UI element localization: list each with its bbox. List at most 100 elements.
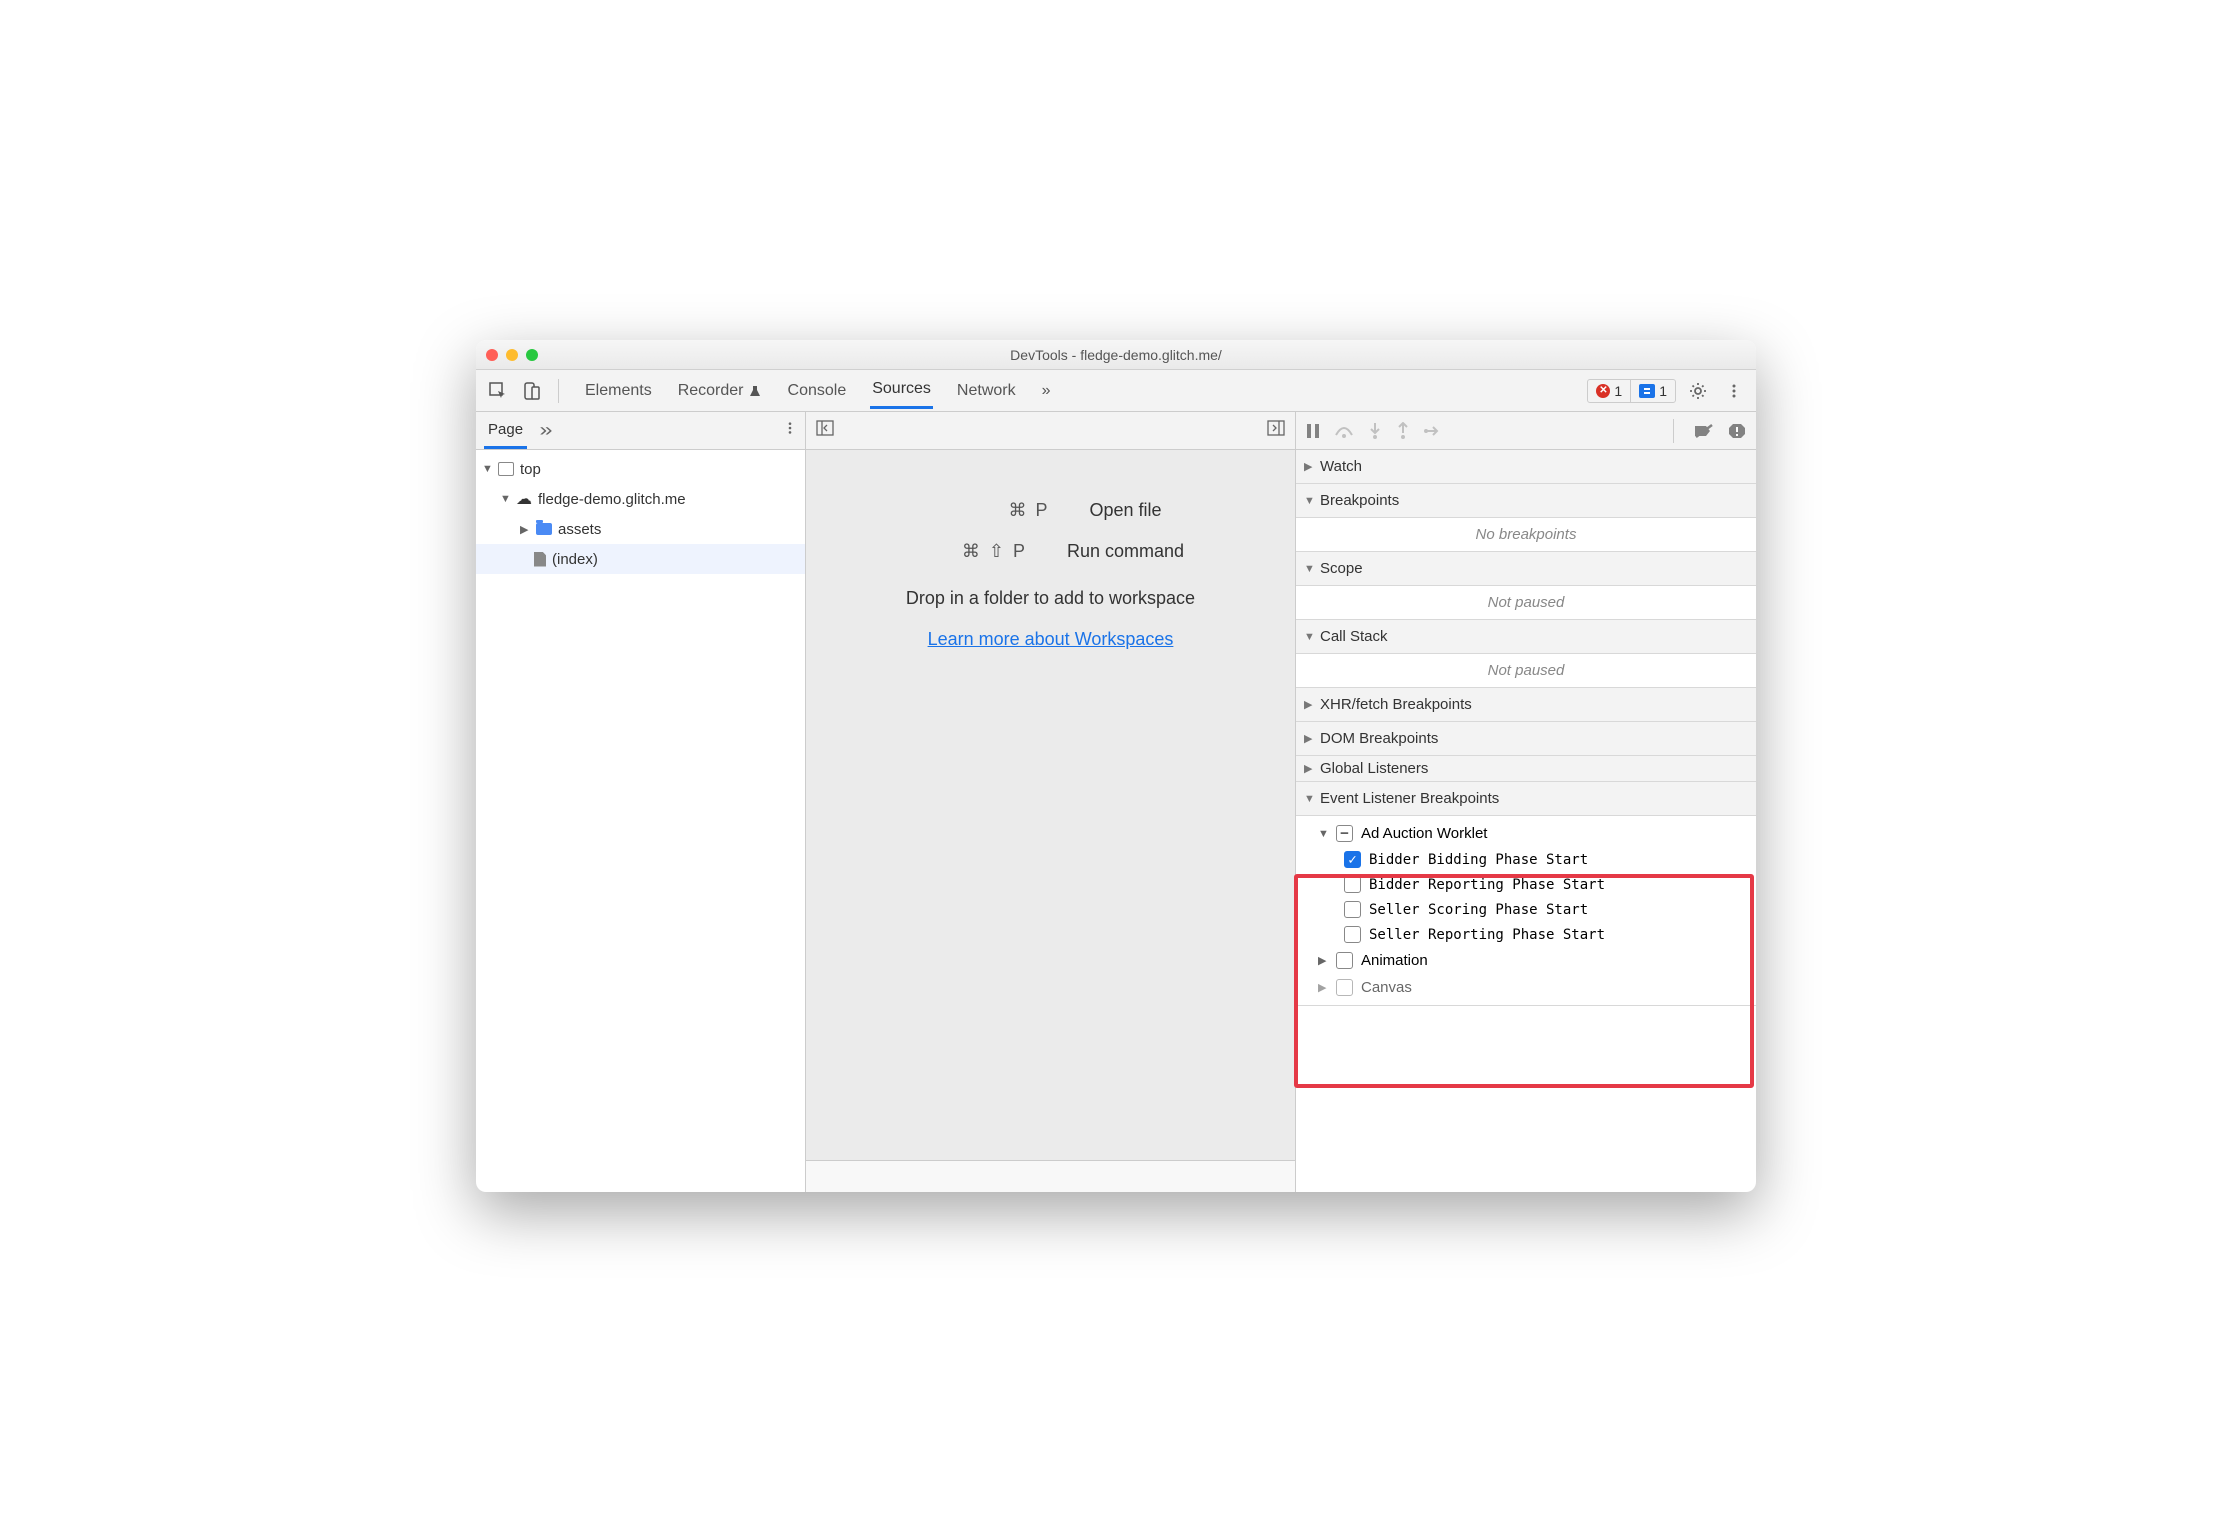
file-tree: top ☁ fledge-demo.glitch.me assets (inde… bbox=[476, 450, 805, 1192]
editor-pane: ⌘ P Open file ⌘ ⇧ P Run command Drop in … bbox=[806, 412, 1296, 1192]
section-callstack[interactable]: Call Stack bbox=[1296, 620, 1756, 654]
event-label: Seller Reporting Phase Start bbox=[1369, 927, 1605, 943]
error-badge[interactable]: ✕ 1 bbox=[1588, 380, 1630, 402]
message-badge[interactable]: 1 bbox=[1630, 380, 1675, 402]
toolbar-right: ✕ 1 1 bbox=[1587, 377, 1748, 405]
step-over-icon[interactable] bbox=[1334, 423, 1354, 439]
show-navigator-icon[interactable] bbox=[816, 420, 834, 441]
editor-tabs bbox=[806, 412, 1295, 450]
section-scope[interactable]: Scope bbox=[1296, 552, 1756, 586]
checkbox[interactable] bbox=[1344, 926, 1361, 943]
checkbox[interactable] bbox=[1336, 979, 1353, 996]
show-debugger-icon[interactable] bbox=[1267, 420, 1285, 441]
group-animation[interactable]: Animation bbox=[1296, 947, 1756, 974]
section-xhr[interactable]: XHR/fetch Breakpoints bbox=[1296, 688, 1756, 722]
cloud-icon: ☁ bbox=[516, 489, 532, 509]
tab-network[interactable]: Network bbox=[955, 374, 1018, 408]
step-into-icon[interactable] bbox=[1368, 422, 1382, 440]
deactivate-breakpoints-icon[interactable] bbox=[1694, 423, 1714, 439]
section-event-listener[interactable]: Event Listener Breakpoints bbox=[1296, 782, 1756, 816]
status-badges[interactable]: ✕ 1 1 bbox=[1587, 379, 1676, 403]
tree-file-label: (index) bbox=[552, 551, 598, 568]
open-file-keys: ⌘ P bbox=[939, 500, 1049, 521]
debugger-pane: Watch Breakpoints No breakpoints Scope N… bbox=[1296, 412, 1756, 1192]
workspace-link[interactable]: Learn more about Workspaces bbox=[928, 629, 1174, 650]
group-canvas[interactable]: Canvas bbox=[1296, 974, 1756, 1001]
open-file-label: Open file bbox=[1089, 500, 1161, 521]
checkbox[interactable] bbox=[1344, 901, 1361, 918]
panel-tabs: Elements Recorder Console Sources Networ… bbox=[583, 372, 1581, 409]
event-listener-body: − Ad Auction Worklet ✓ Bidder Bidding Ph… bbox=[1296, 816, 1756, 1006]
tree-domain[interactable]: ☁ fledge-demo.glitch.me bbox=[476, 484, 805, 514]
tab-more[interactable]: » bbox=[1040, 374, 1053, 408]
settings-icon[interactable] bbox=[1684, 377, 1712, 405]
checkbox[interactable] bbox=[1344, 876, 1361, 893]
error-count: 1 bbox=[1614, 383, 1622, 399]
page-kebab-icon[interactable] bbox=[783, 421, 797, 440]
inspect-icon[interactable] bbox=[484, 377, 512, 405]
error-icon: ✕ bbox=[1596, 384, 1610, 398]
scope-empty: Not paused bbox=[1296, 586, 1756, 619]
step-out-icon[interactable] bbox=[1396, 422, 1410, 440]
window-title: DevTools - fledge-demo.glitch.me/ bbox=[476, 347, 1756, 363]
tab-console[interactable]: Console bbox=[786, 374, 849, 408]
divider bbox=[558, 379, 559, 403]
checkbox[interactable] bbox=[1336, 952, 1353, 969]
section-watch[interactable]: Watch bbox=[1296, 450, 1756, 484]
chevron-right-icon bbox=[1318, 954, 1328, 967]
tree-top[interactable]: top bbox=[476, 454, 805, 484]
workspace-hint: Drop in a folder to add to workspace bbox=[906, 588, 1195, 609]
chevron-right-icon bbox=[1318, 981, 1328, 994]
step-icon[interactable] bbox=[1424, 424, 1442, 438]
event-label: Seller Scoring Phase Start bbox=[1369, 902, 1588, 918]
run-command-label: Run command bbox=[1067, 541, 1184, 562]
pause-on-exceptions-icon[interactable] bbox=[1728, 422, 1746, 440]
page-tabs: Page » bbox=[476, 412, 805, 450]
chevron-down-icon bbox=[1318, 828, 1328, 840]
tab-recorder[interactable]: Recorder bbox=[676, 374, 764, 408]
frame-icon bbox=[498, 462, 514, 476]
debugger-sections: Watch Breakpoints No breakpoints Scope N… bbox=[1296, 450, 1756, 1192]
main-toolbar: Elements Recorder Console Sources Networ… bbox=[476, 370, 1756, 412]
tree-file[interactable]: (index) bbox=[476, 544, 805, 574]
section-breakpoints[interactable]: Breakpoints bbox=[1296, 484, 1756, 518]
flask-icon bbox=[748, 384, 762, 398]
message-count: 1 bbox=[1659, 383, 1667, 399]
titlebar: DevTools - fledge-demo.glitch.me/ bbox=[476, 340, 1756, 370]
device-icon[interactable] bbox=[518, 377, 546, 405]
pause-icon[interactable] bbox=[1306, 423, 1320, 439]
editor-body: ⌘ P Open file ⌘ ⇧ P Run command Drop in … bbox=[806, 450, 1295, 1160]
tree-folder[interactable]: assets bbox=[476, 514, 805, 544]
file-icon bbox=[534, 552, 546, 567]
page-pane: Page » top ☁ fledge-demo.glitch.me bbox=[476, 412, 806, 1192]
checkbox-indeterminate[interactable]: − bbox=[1336, 825, 1353, 842]
tree-domain-label: fledge-demo.glitch.me bbox=[538, 491, 686, 508]
event-item-2[interactable]: Seller Scoring Phase Start bbox=[1296, 897, 1756, 922]
group-label: Animation bbox=[1361, 952, 1428, 969]
checkbox-checked[interactable]: ✓ bbox=[1344, 851, 1361, 868]
message-icon bbox=[1639, 384, 1655, 398]
event-item-0[interactable]: ✓ Bidder Bidding Phase Start bbox=[1296, 847, 1756, 872]
debugger-toolbar bbox=[1296, 412, 1756, 450]
devtools-window: DevTools - fledge-demo.glitch.me/ Elemen… bbox=[476, 340, 1756, 1192]
kebab-icon[interactable] bbox=[1720, 377, 1748, 405]
event-label: Bidder Bidding Phase Start bbox=[1369, 852, 1588, 868]
group-label: Ad Auction Worklet bbox=[1361, 825, 1487, 842]
tab-sources[interactable]: Sources bbox=[870, 372, 933, 409]
main-area: Page » top ☁ fledge-demo.glitch.me bbox=[476, 412, 1756, 1192]
tab-elements[interactable]: Elements bbox=[583, 374, 654, 408]
breakpoints-empty: No breakpoints bbox=[1296, 518, 1756, 551]
event-item-3[interactable]: Seller Reporting Phase Start bbox=[1296, 922, 1756, 947]
run-command-hint: ⌘ ⇧ P Run command bbox=[917, 541, 1184, 562]
page-tabs-more[interactable]: » bbox=[540, 420, 553, 441]
group-ad-auction[interactable]: − Ad Auction Worklet bbox=[1296, 820, 1756, 847]
event-item-1[interactable]: Bidder Reporting Phase Start bbox=[1296, 872, 1756, 897]
divider bbox=[1673, 419, 1674, 443]
chevron-down-icon bbox=[500, 493, 510, 505]
section-global[interactable]: Global Listeners bbox=[1296, 756, 1756, 782]
tree-folder-label: assets bbox=[558, 521, 601, 538]
section-dom[interactable]: DOM Breakpoints bbox=[1296, 722, 1756, 756]
tab-recorder-label: Recorder bbox=[678, 382, 744, 400]
run-command-keys: ⌘ ⇧ P bbox=[917, 541, 1027, 562]
page-tab[interactable]: Page bbox=[484, 413, 527, 449]
